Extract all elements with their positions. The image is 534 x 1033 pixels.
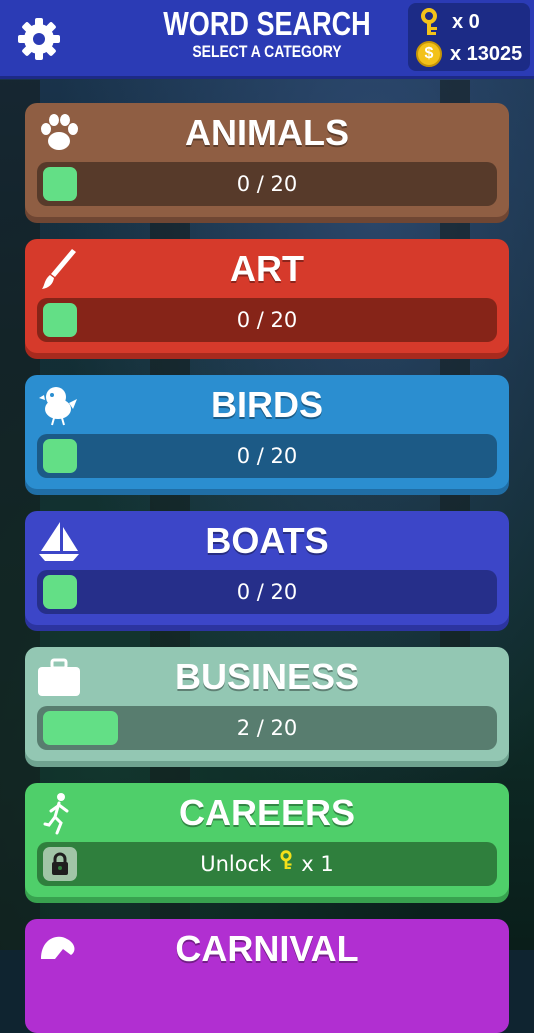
unlock-cost: x 1 — [301, 852, 334, 876]
keys-counter: x 0 — [416, 8, 480, 36]
coins-count: x 13025 — [450, 42, 523, 65]
gear-icon — [18, 18, 60, 60]
subtitle: SELECT A CATEGORY — [192, 42, 342, 61]
category-card-business[interactable]: BUSINESS 2 / 20 — [25, 647, 509, 761]
coin-icon: $ — [416, 41, 442, 67]
category-name: ART — [230, 248, 304, 289]
category-card-birds[interactable]: BIRDS 0 / 20 — [25, 375, 509, 489]
category-name: BIRDS — [210, 384, 323, 425]
category-card-careers[interactable]: CAREERS Unlock x 1 — [25, 783, 509, 897]
progress-text: 0 / 20 — [236, 172, 298, 196]
keys-count: x 0 — [452, 10, 480, 33]
currency-panel: x 0 $ x 13025 — [408, 3, 530, 71]
progress-bar: 0 / 20 — [37, 298, 497, 342]
category-card-boats[interactable]: BOATS 0 / 20 — [25, 511, 509, 625]
top-bar: WORD SEARCH SELECT A CATEGORY x 0 $ x 13… — [0, 0, 534, 79]
progress-bar: 2 / 20 — [37, 706, 497, 750]
category-card-art[interactable]: ART 0 / 20 — [25, 239, 509, 353]
category-name: ANIMALS — [185, 112, 349, 153]
category-card-carnival[interactable]: CARNIVAL — [25, 919, 509, 1033]
app-title: WORD SEARCH — [163, 5, 371, 42]
unlock-bar[interactable]: Unlock x 1 — [37, 842, 497, 886]
title-block: WORD SEARCH SELECT A CATEGORY — [140, 6, 394, 62]
category-name: CAREERS — [178, 792, 356, 833]
key-icon — [421, 8, 437, 35]
progress-text: 0 / 20 — [236, 308, 298, 332]
progress-bar: 0 / 20 — [37, 162, 497, 206]
unlock-text: Unlock — [200, 852, 272, 876]
progress-bar: 0 / 20 — [37, 570, 497, 614]
key-icon — [277, 843, 295, 887]
coins-counter: $ x 13025 — [416, 41, 522, 67]
settings-button[interactable] — [14, 14, 64, 64]
progress-text: 2 / 20 — [236, 716, 298, 740]
unlock-label: Unlock x 1 — [37, 842, 497, 886]
category-card-animals[interactable]: ANIMALS 0 / 20 — [25, 103, 509, 217]
category-name: BUSINESS — [174, 656, 360, 697]
category-name: BOATS — [205, 520, 329, 561]
progress-text: 0 / 20 — [236, 444, 298, 468]
progress-bar: 0 / 20 — [37, 434, 497, 478]
category-name: CARNIVAL — [175, 928, 359, 969]
progress-text: 0 / 20 — [236, 580, 298, 604]
